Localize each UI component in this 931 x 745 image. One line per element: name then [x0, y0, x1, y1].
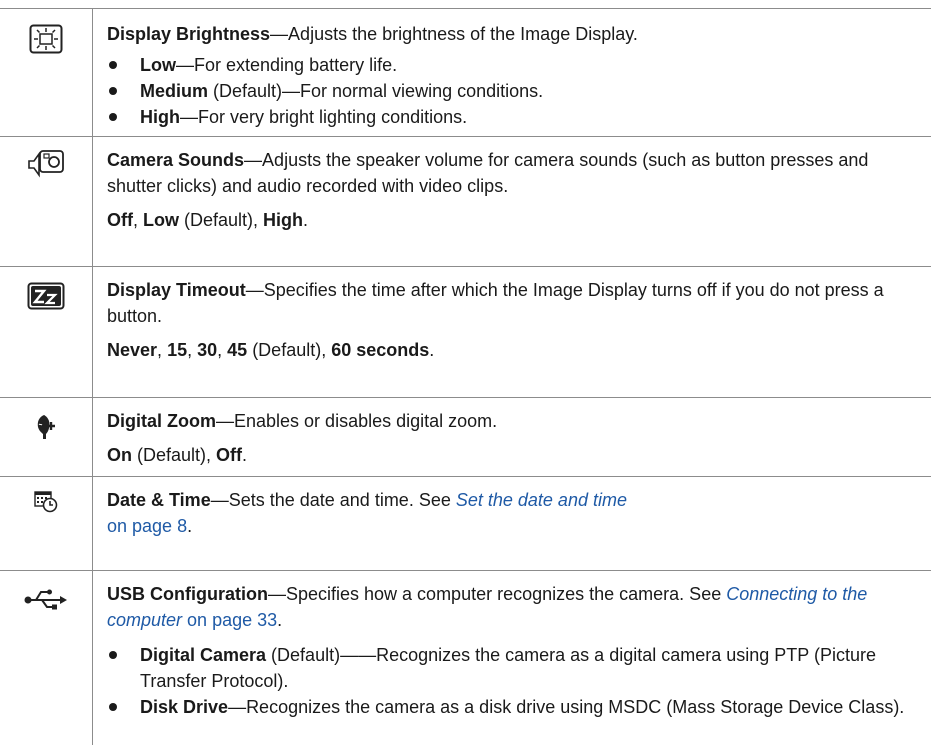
link-title[interactable]: Set the date and time [456, 490, 627, 510]
usb-icon [0, 589, 92, 611]
option-term: Off [107, 210, 133, 230]
list-item: Disk Drive—Recognizes the camera as a di… [107, 694, 917, 720]
display-brightness-row: Display Brightness—Adjusts the brightnes… [0, 9, 931, 136]
list-item: Medium (Default)—For normal viewing cond… [107, 78, 917, 104]
option-term: Low [143, 210, 180, 230]
option-term: Off [216, 445, 243, 465]
digital-zoom-row: Digital Zoom—Enables or disables digital… [0, 398, 931, 476]
separator: , [187, 340, 198, 360]
calendar-clock-icon [0, 489, 92, 513]
usb-configuration-description: USB Configuration—Specifies how a comput… [107, 581, 917, 633]
separator: , [217, 340, 228, 360]
camera-sounds-description: Camera Sounds—Adjusts the speaker volume… [107, 147, 917, 199]
option-text: —Recognizes the camera as a disk drive u… [228, 697, 905, 717]
description-text: —Specifies how a computer recognizes the… [267, 584, 727, 604]
list-item: Digital Camera (Default)——Recognizes the… [107, 642, 917, 694]
usb-options-list: Digital Camera (Default)——Recognizes the… [107, 642, 917, 720]
option-term: High [263, 210, 304, 230]
option-term: Never [107, 340, 158, 360]
display-timeout-description: Display Timeout—Specifies the time after… [107, 277, 917, 329]
display-brightness-title: Display Brightness [107, 24, 271, 44]
display-brightness-content: Display Brightness—Adjusts the brightnes… [107, 21, 917, 130]
camera-sounds-content: Camera Sounds—Adjusts the speaker volume… [107, 147, 917, 233]
option-term: 45 [227, 340, 248, 360]
list-item: Low—For extending battery life. [107, 52, 917, 78]
option-term: 60 seconds [331, 340, 430, 360]
display-timeout-title: Display Timeout [107, 280, 246, 300]
period: . [242, 445, 248, 465]
option-term: Medium [140, 81, 209, 101]
brightness-icon [0, 24, 92, 54]
display-brightness-description: Display Brightness—Adjusts the brightnes… [107, 21, 917, 47]
option-term: 15 [167, 340, 188, 360]
option-term: High [140, 107, 180, 127]
date-time-description: Date & Time—Sets the date and time. See … [107, 487, 917, 539]
digital-zoom-title: Digital Zoom [107, 411, 216, 431]
description-text: —Enables or disables digital zoom. [216, 411, 498, 431]
default-note: (Default), [247, 340, 332, 360]
sleep-zz-icon [0, 282, 92, 310]
settings-table: Display Brightness—Adjusts the brightnes… [0, 0, 931, 745]
separator: , [133, 210, 144, 230]
usb-configuration-content: USB Configuration—Specifies how a comput… [107, 581, 917, 720]
description-text: —Adjusts the brightness of the Image Dis… [270, 24, 638, 44]
period: . [187, 516, 193, 536]
option-term: 30 [197, 340, 218, 360]
digital-zoom-description: Digital Zoom—Enables or disables digital… [107, 408, 917, 434]
digital-zoom-content: Digital Zoom—Enables or disables digital… [107, 408, 917, 468]
digital-zoom-options: On (Default), Off. [107, 442, 917, 468]
option-text: —For very bright lighting conditions. [180, 107, 468, 127]
option-term: Digital Camera [140, 645, 267, 665]
separator: , [157, 340, 168, 360]
option-term: Low [140, 55, 176, 75]
option-term: On [107, 445, 132, 465]
camera-sounds-options: Off, Low (Default), High. [107, 207, 917, 233]
option-term: Disk Drive [140, 697, 229, 717]
link-page-ref[interactable]: on page 33 [182, 610, 277, 630]
option-text: (Default)—For normal viewing conditions. [208, 81, 544, 101]
display-timeout-options: Never, 15, 30, 45 (Default), 60 seconds. [107, 337, 917, 363]
period: . [429, 340, 435, 360]
usb-configuration-title: USB Configuration [107, 584, 268, 604]
display-timeout-content: Display Timeout—Specifies the time after… [107, 277, 917, 363]
camera-sounds-row: Camera Sounds—Adjusts the speaker volume… [0, 137, 931, 266]
option-text: —For extending battery life. [176, 55, 398, 75]
brightness-options-list: Low—For extending battery life. Medium (… [107, 52, 917, 130]
digital-zoom-icon [0, 414, 92, 440]
period: . [277, 610, 283, 630]
display-timeout-row: Display Timeout—Specifies the time after… [0, 267, 931, 397]
default-note: (Default), [179, 210, 264, 230]
description-text: —Sets the date and time. See [210, 490, 456, 510]
speaker-icon [0, 149, 92, 179]
usb-configuration-row: USB Configuration—Specifies how a comput… [0, 571, 931, 745]
period: . [303, 210, 309, 230]
date-time-title: Date & Time [107, 490, 211, 510]
default-note: (Default), [132, 445, 217, 465]
camera-sounds-title: Camera Sounds [107, 150, 245, 170]
link-page-ref[interactable]: on page 8 [107, 516, 187, 536]
date-time-content: Date & Time—Sets the date and time. See … [107, 487, 917, 539]
list-item: High—For very bright lighting conditions… [107, 104, 917, 130]
date-time-row: Date & Time—Sets the date and time. See … [0, 477, 931, 570]
